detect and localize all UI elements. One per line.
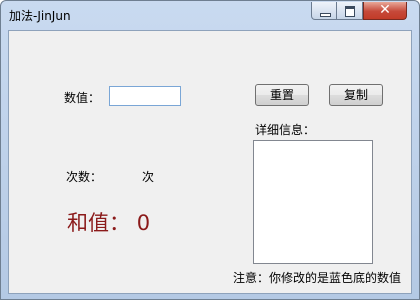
app-window: 加法-JinJun ✕ 数值： 重置 复制 详细信息： 次数： 次 和值： 0 … [0, 0, 420, 300]
value-label: 数值： [64, 91, 101, 105]
window-title: 加法-JinJun [9, 9, 71, 23]
close-icon: ✕ [379, 2, 391, 18]
copy-button[interactable]: 复制 [329, 84, 383, 106]
sum-display: 和值： 0 [67, 207, 150, 237]
maximize-icon [345, 6, 355, 17]
minimize-icon [320, 13, 331, 17]
title-bar[interactable]: 加法-JinJun ✕ [1, 1, 419, 29]
value-input[interactable] [109, 86, 181, 106]
count-label: 次数： [66, 170, 103, 184]
client-area: 数值： 重置 复制 详细信息： 次数： 次 和值： 0 注意：你修改的是蓝色底的… [8, 30, 412, 294]
note-text: 注意：你修改的是蓝色底的数值 [233, 271, 402, 285]
sum-value: 0 [136, 211, 151, 235]
maximize-button[interactable] [337, 2, 363, 20]
reset-button[interactable]: 重置 [255, 84, 309, 106]
minimize-button[interactable] [311, 2, 337, 20]
details-label: 详细信息： [255, 123, 316, 137]
sum-label: 和值： [67, 211, 130, 235]
close-button[interactable]: ✕ [363, 2, 407, 20]
details-textbox[interactable] [253, 140, 373, 264]
count-unit: 次 [142, 170, 155, 184]
